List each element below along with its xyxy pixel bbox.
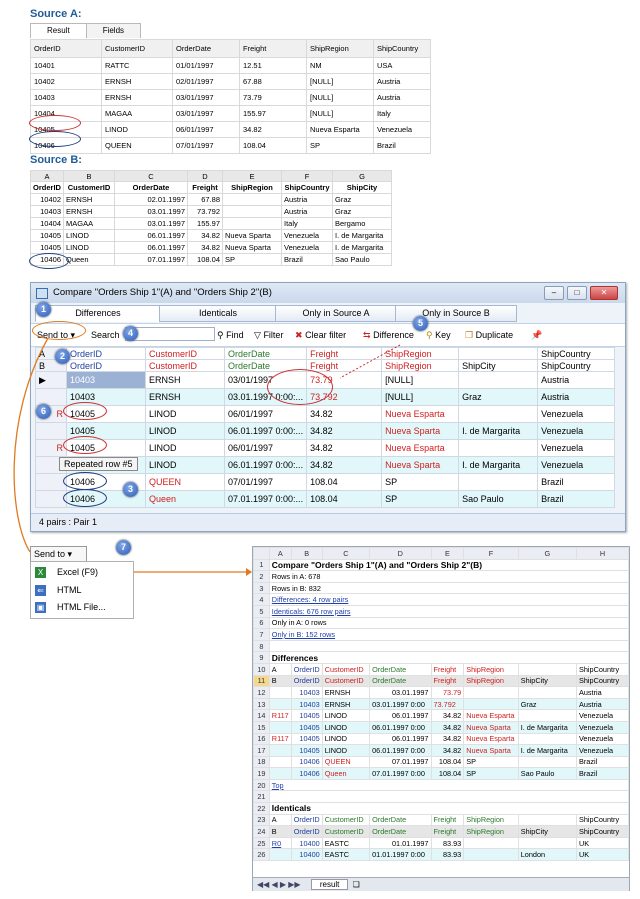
excel-sheet: A B C D E F G H 1 Compare "Orders Ship 1"…	[252, 546, 630, 891]
column-letter[interactable]: C	[321, 547, 371, 560]
sheet-nav-icon[interactable]: ◀◀ ◀ ▶ ▶▶	[253, 880, 301, 889]
callout-badge-1: 1	[36, 302, 51, 317]
menu-item-html-file[interactable]: HTML File...	[57, 602, 106, 612]
differences-link[interactable]: Differences: 4 row pairs	[272, 595, 349, 604]
excel-grid: A B C D E F G H 1 Compare "Orders Ship 1"…	[253, 547, 630, 862]
callout-badge-4: 4	[123, 326, 138, 341]
column-letter[interactable]: F	[463, 547, 519, 560]
only-in-b-link[interactable]: Only in B: 152 rows	[272, 630, 335, 639]
table-row: 25 R0 10400 EASTC 01.01.1997 83.93 UK	[253, 836, 630, 850]
table-row: 13 10403 ERNSH 03.01.1997 0:00 73.792 Graz Aus…	[253, 697, 630, 711]
sheet-tab-result[interactable]: result	[310, 879, 349, 890]
column-letter[interactable]: H	[575, 547, 630, 560]
table-row: 26 10400 EASTC 01.01.1997 0:00 83.93 London UK	[253, 848, 630, 862]
callout-line-send-to	[13, 337, 49, 553]
table-row: 16 R117 10405 LINOD 06.01.1997 34.82 Nueva Esp…	[253, 732, 630, 746]
callout-badge-7: 7	[116, 540, 131, 555]
export-title: Compare "Orders Ship 1"(A) and "Orders S…	[268, 558, 630, 572]
chevron-down-icon: ▾	[67, 549, 73, 559]
callout-badge-6: 6	[36, 404, 51, 419]
differences-section-title: Differences	[268, 651, 630, 664]
column-letter[interactable]: D	[369, 547, 432, 560]
table-row: 17 10405 LINOD 06.01.1997 0:00 34.82 Nueva Sp…	[253, 744, 630, 757]
html-icon: ⇐	[35, 585, 46, 596]
send-to-menu: X Excel (F9) ⇐ HTML ▣ HTML File...	[30, 561, 134, 619]
only-in-a: Only in A: 0 rows	[268, 616, 630, 630]
callout-badge-3: 3	[123, 482, 138, 497]
callout-badge-5: 5	[413, 316, 428, 331]
excel-icon: X	[35, 567, 46, 578]
top-link[interactable]: Top	[272, 781, 284, 790]
column-letter[interactable]: E	[430, 547, 465, 560]
callout-line-difference	[339, 344, 401, 379]
identicals-section-title: Identicals	[268, 802, 630, 815]
column-letter[interactable]: A	[268, 547, 292, 560]
table-row: 12 10403 ERNSH 03.01.1997 73.79 Austria	[253, 686, 630, 699]
save-file-icon: ▣	[35, 602, 46, 613]
menu-item-excel[interactable]: Excel (F9)	[57, 567, 98, 577]
table-row: 14 R117 10405 LINOD 06.01.1997 34.82 Nueva Esp…	[253, 709, 630, 722]
send-to-label: Send to	[34, 549, 66, 559]
column-letter[interactable]: G	[517, 547, 577, 560]
callout-badge-2: 2	[55, 349, 70, 364]
table-row: 19 10406 Queen 07.01.1997 0:00 108.04 SP Sao P…	[253, 767, 630, 780]
menu-item-html[interactable]: HTML	[57, 585, 82, 595]
column-letter[interactable]: B	[290, 547, 323, 560]
table-row: 15 10405 LINOD 06.01.1997 0:00 34.82 Nueva Sp…	[253, 720, 630, 734]
table-row: 18 10406 QUEEN 07.01.1997 108.04 SP Brazil	[253, 755, 630, 769]
rows-in-b: Rows in B: 832	[268, 581, 630, 595]
corner-cell[interactable]	[253, 547, 270, 560]
identicals-link[interactable]: Identicals: 676 row pairs	[272, 607, 351, 616]
new-sheet-icon[interactable]: ❏	[353, 880, 360, 889]
rows-in-a: Rows in A: 678	[268, 570, 630, 583]
sheet-tab-bar: ◀◀ ◀ ▶ ▶▶ result ❏	[253, 877, 629, 891]
